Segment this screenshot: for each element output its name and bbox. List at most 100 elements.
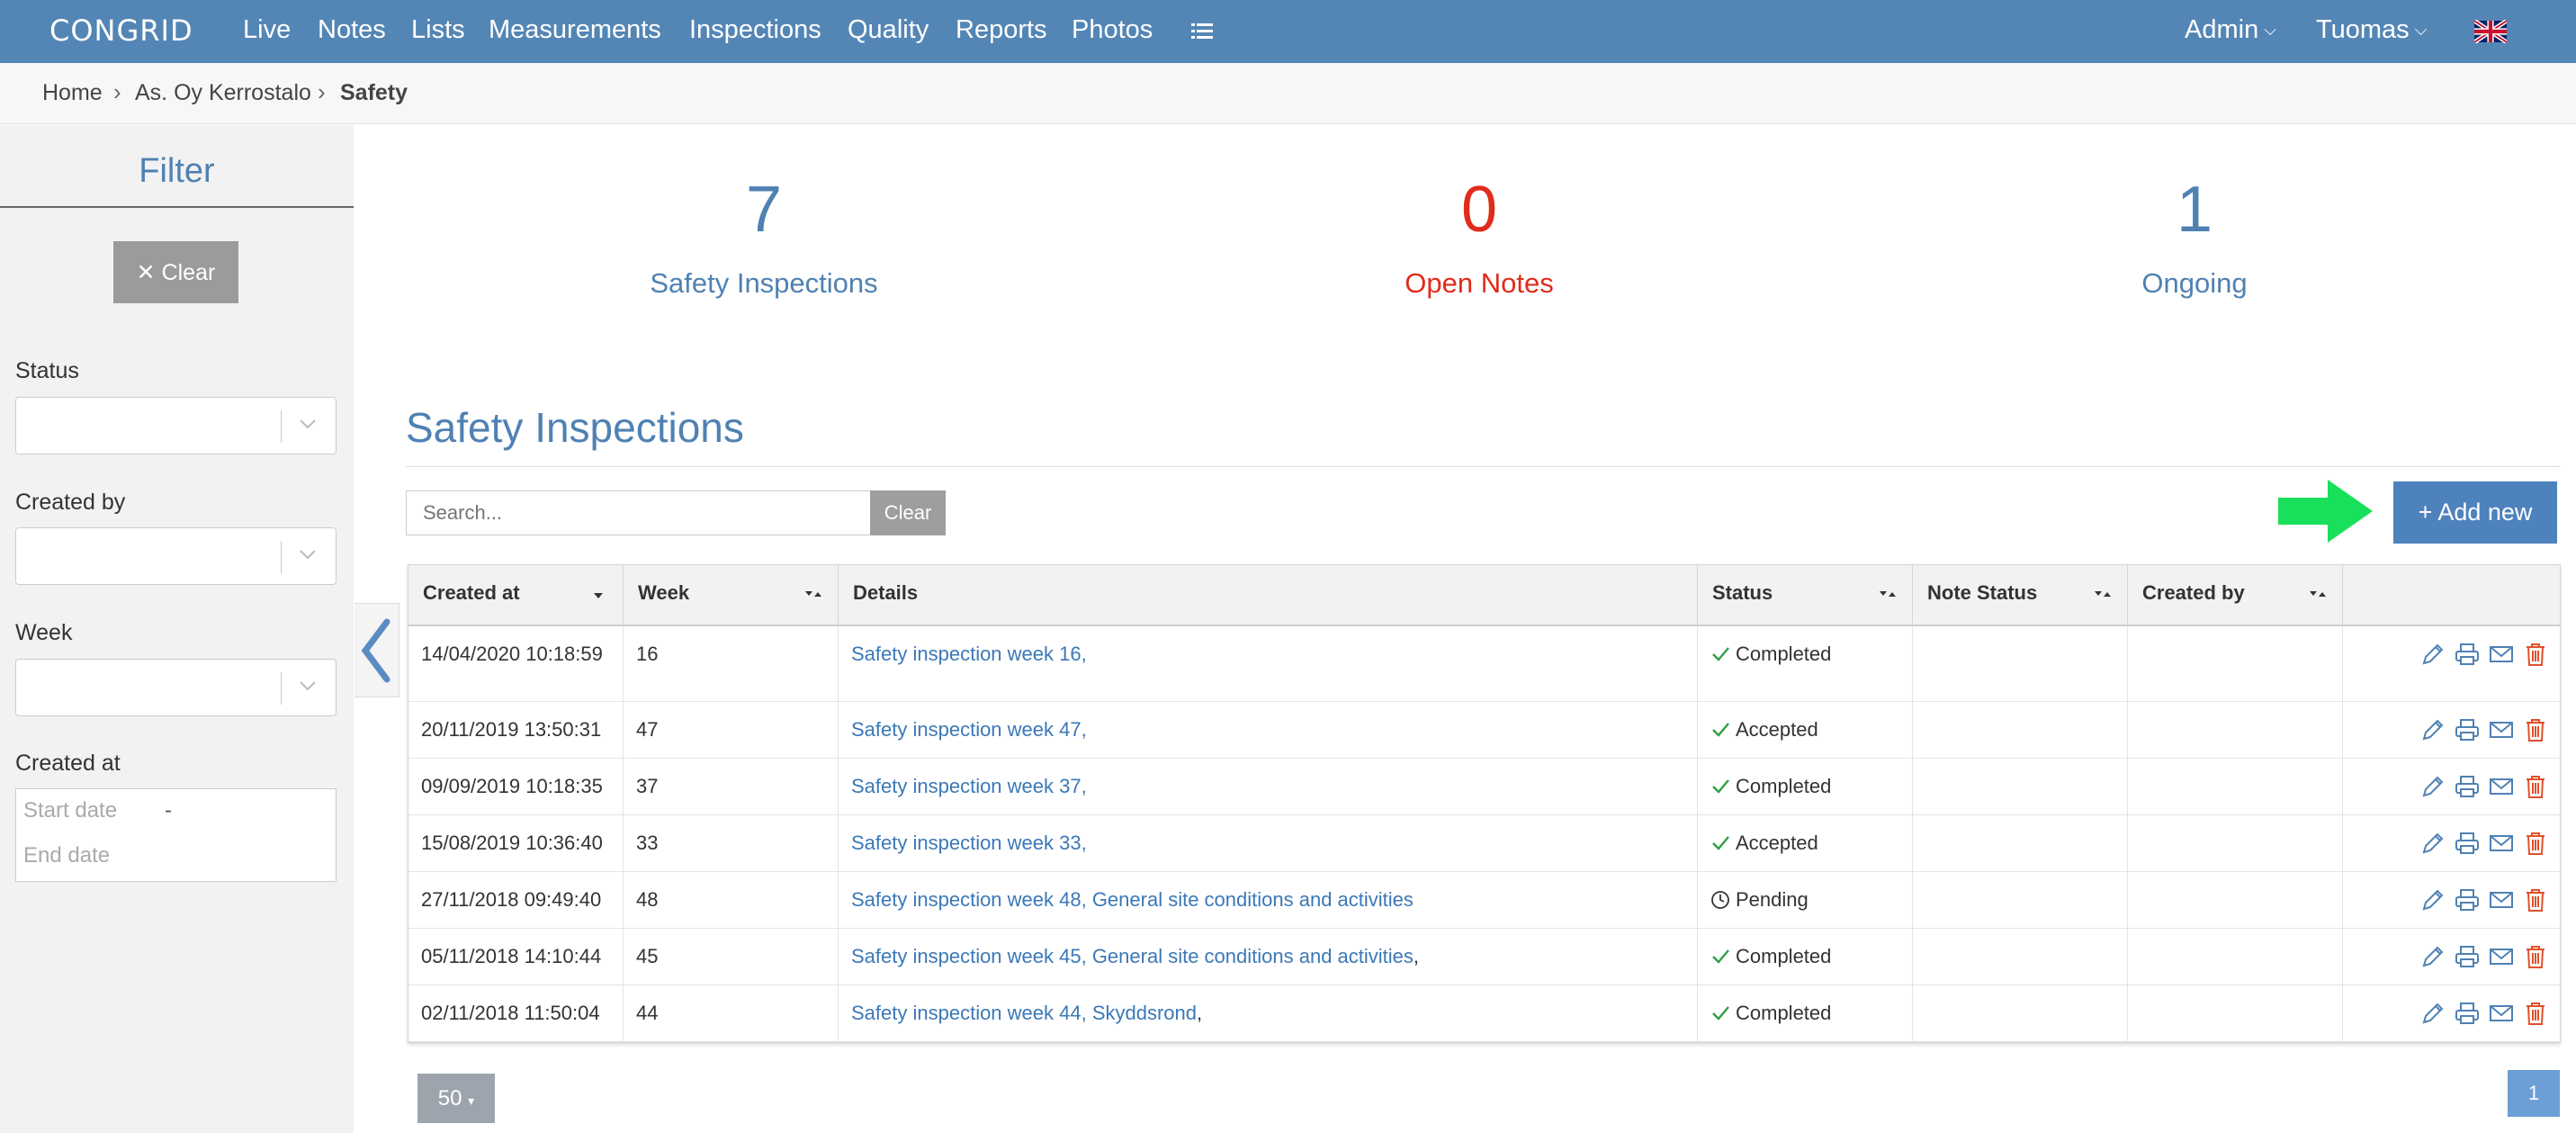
add-new-button[interactable]: + Add new xyxy=(2393,481,2557,544)
edit-pencil-icon[interactable] xyxy=(2419,943,2446,970)
check-icon xyxy=(1710,945,1736,967)
week-filter-label: Week xyxy=(15,620,73,645)
cell-status: Completed xyxy=(1698,759,1913,814)
date-separator: - xyxy=(165,798,172,823)
column-created-at[interactable]: Created at xyxy=(408,565,624,626)
table-row: 27/11/2018 09:49:40 48 Safety inspection w… xyxy=(408,872,2560,929)
search-clear-button[interactable]: Clear xyxy=(870,490,946,535)
details-link[interactable]: Safety inspection week 45, General site … xyxy=(851,945,1414,967)
details-link[interactable]: Safety inspection week 16, xyxy=(851,643,1087,665)
delete-trash-icon[interactable] xyxy=(2522,641,2549,668)
edit-pencil-icon[interactable] xyxy=(2419,773,2446,800)
column-label: Created at xyxy=(423,581,520,604)
print-icon[interactable] xyxy=(2454,886,2481,913)
nav-lists[interactable]: Lists xyxy=(411,15,465,45)
cell-week: 47 xyxy=(624,702,839,758)
cell-status: Completed xyxy=(1698,626,1913,701)
print-icon[interactable] xyxy=(2454,1000,2481,1027)
edit-pencil-icon[interactable] xyxy=(2419,1000,2446,1027)
email-icon[interactable] xyxy=(2488,641,2515,668)
delete-trash-icon[interactable] xyxy=(2522,943,2549,970)
status-text: Completed xyxy=(1736,945,1832,967)
created-by-filter-select[interactable] xyxy=(15,527,337,585)
nav-photos[interactable]: Photos xyxy=(1072,15,1153,45)
chevron-down-icon: ⌵ xyxy=(2414,21,2428,39)
caret-down-icon: ▾ xyxy=(468,1093,475,1108)
page-size-select[interactable]: 50 ▾ xyxy=(417,1074,495,1123)
cell-note-status xyxy=(1913,929,2128,985)
print-icon[interactable] xyxy=(2454,716,2481,743)
edit-pencil-icon[interactable] xyxy=(2419,716,2446,743)
details-link[interactable]: Safety inspection week 47, xyxy=(851,718,1087,741)
user-menu[interactable]: Tuomas ⌵ xyxy=(2316,15,2427,45)
column-created-by[interactable]: Created by xyxy=(2128,565,2343,626)
admin-menu[interactable]: Admin ⌵ xyxy=(2185,15,2276,45)
congrid-logo[interactable]: CONGRID xyxy=(49,13,193,48)
column-actions xyxy=(2343,565,2560,626)
nav-measurements[interactable]: Measurements xyxy=(489,15,661,45)
delete-trash-icon[interactable] xyxy=(2522,773,2549,800)
uk-flag-icon[interactable] xyxy=(2474,20,2507,43)
start-date-input[interactable]: Start date xyxy=(23,798,117,823)
week-filter-select[interactable] xyxy=(15,659,337,716)
clear-filters-button[interactable]: ✕ Clear xyxy=(113,241,238,303)
details-link[interactable]: Safety inspection week 48, General site … xyxy=(851,888,1414,911)
email-icon[interactable] xyxy=(2488,830,2515,857)
edit-pencil-icon[interactable] xyxy=(2419,830,2446,857)
email-icon[interactable] xyxy=(2488,773,2515,800)
edit-pencil-icon[interactable] xyxy=(2419,641,2446,668)
list-menu-icon[interactable] xyxy=(1191,22,1213,40)
details-link[interactable]: Safety inspection week 33, xyxy=(851,832,1087,854)
email-icon[interactable] xyxy=(2488,1000,2515,1027)
column-details: Details xyxy=(839,565,1698,626)
cell-note-status xyxy=(1913,626,2128,701)
delete-trash-icon[interactable] xyxy=(2522,886,2549,913)
cell-actions xyxy=(2343,626,2560,701)
delete-trash-icon[interactable] xyxy=(2522,1000,2549,1027)
user-label: Tuomas xyxy=(2316,15,2410,44)
cell-actions xyxy=(2343,815,2560,871)
nav-quality[interactable]: Quality xyxy=(848,15,929,45)
search-input[interactable] xyxy=(406,490,872,535)
email-icon[interactable] xyxy=(2488,716,2515,743)
check-icon xyxy=(1710,832,1736,854)
column-week[interactable]: Week xyxy=(624,565,839,626)
breadcrumb-project[interactable]: As. Oy Kerrostalo xyxy=(135,80,311,106)
nav-notes[interactable]: Notes xyxy=(318,15,386,45)
column-note-status[interactable]: Note Status xyxy=(1913,565,2128,626)
nav-live[interactable]: Live xyxy=(243,15,291,45)
cell-details: Safety inspection week 44, Skyddsrond, xyxy=(839,985,1698,1041)
email-icon[interactable] xyxy=(2488,886,2515,913)
cell-status: Completed xyxy=(1698,929,1913,985)
column-status[interactable]: Status xyxy=(1698,565,1913,626)
delete-trash-icon[interactable] xyxy=(2522,830,2549,857)
print-icon[interactable] xyxy=(2454,773,2481,800)
page-button-1[interactable]: 1 xyxy=(2508,1070,2560,1117)
nav-inspections[interactable]: Inspections xyxy=(689,15,821,45)
details-link[interactable]: Safety inspection week 37, xyxy=(851,775,1087,797)
edit-pencil-icon[interactable] xyxy=(2419,886,2446,913)
cell-created-by xyxy=(2128,815,2343,871)
created-by-filter-label: Created by xyxy=(15,490,126,515)
print-icon[interactable] xyxy=(2454,943,2481,970)
filter-divider xyxy=(0,206,354,208)
details-link[interactable]: Safety inspection week 44, Skyddsrond xyxy=(851,1002,1197,1024)
column-label: Status xyxy=(1712,581,1773,604)
cell-created-at: 05/11/2018 14:10:44 xyxy=(408,929,624,985)
status-text: Completed xyxy=(1736,1002,1832,1024)
status-text: Accepted xyxy=(1736,832,1818,854)
sidebar-collapse-button[interactable] xyxy=(355,603,399,697)
print-icon[interactable] xyxy=(2454,641,2481,668)
nav-reports[interactable]: Reports xyxy=(956,15,1047,45)
end-date-input[interactable]: End date xyxy=(23,843,110,868)
table-header: Created at Week Details Status Note Stat… xyxy=(408,565,2560,626)
email-icon[interactable] xyxy=(2488,943,2515,970)
print-icon[interactable] xyxy=(2454,830,2481,857)
cell-created-at: 02/11/2018 11:50:04 xyxy=(408,985,624,1041)
sort-icon xyxy=(2095,591,2111,597)
cell-created-at: 09/09/2019 10:18:35 xyxy=(408,759,624,814)
breadcrumb-home[interactable]: Home xyxy=(42,80,103,106)
chevron-right-icon: › xyxy=(113,78,121,105)
delete-trash-icon[interactable] xyxy=(2522,716,2549,743)
status-filter-select[interactable] xyxy=(15,397,337,454)
